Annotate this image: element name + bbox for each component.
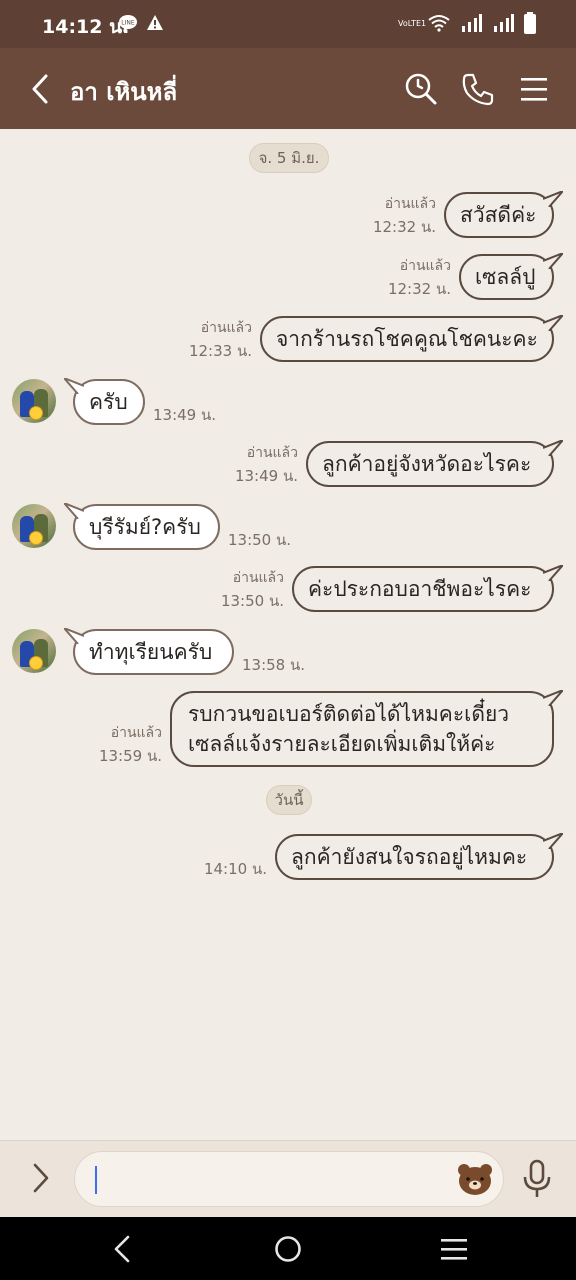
incoming-message[interactable]: บุรีรัมย์?ครับ	[73, 504, 220, 550]
date-separator-today: วันนี้	[266, 785, 312, 815]
nav-recents-icon[interactable]	[437, 1233, 471, 1265]
bubble-tail	[543, 565, 563, 581]
read-receipt: อ่านแล้ว	[232, 570, 284, 586]
battery-icon	[524, 12, 536, 34]
bubble-tail	[543, 440, 563, 456]
outgoing-message[interactable]: ลูกค้ายังสนใจรถอยู่ไหมคะ	[275, 834, 554, 880]
outgoing-message[interactable]: ลูกค้าอยู่จังหวัดอะไรคะ	[306, 441, 554, 487]
chat-header: อา เหินหลี่	[0, 48, 576, 129]
outgoing-message[interactable]: สวัสดีค่ะ	[444, 192, 554, 238]
outgoing-message[interactable]: เซลล์ปู	[459, 254, 554, 300]
line-notification-icon: LINE	[119, 15, 137, 32]
contact-avatar[interactable]	[12, 504, 56, 548]
contact-avatar[interactable]	[12, 629, 56, 673]
menu-icon[interactable]	[518, 72, 552, 106]
status-bar: 14:12 น. LINE VoLTE1	[0, 0, 576, 48]
message-time: 13:59 น.	[98, 747, 162, 765]
text-caret	[95, 1166, 97, 1194]
message-time: 13:58 น.	[242, 656, 306, 674]
message-time: 12:32 น.	[372, 218, 436, 236]
bubble-tail	[64, 503, 84, 519]
message-time: 13:49 น.	[153, 406, 217, 424]
status-time: 14:12 น.	[42, 16, 130, 38]
message-time: 12:33 น.	[188, 342, 252, 360]
message-time: 14:10 น.	[203, 860, 267, 878]
message-input[interactable]	[74, 1151, 504, 1207]
nav-home-icon[interactable]	[271, 1233, 305, 1265]
volte-label: VoLTE1	[398, 18, 427, 28]
signal-icon-1	[462, 14, 482, 32]
sticker-bear-icon[interactable]	[457, 1162, 493, 1196]
message-time: 13:50 น.	[228, 531, 292, 549]
bubble-tail	[543, 253, 563, 269]
svg-text:LINE: LINE	[121, 20, 135, 27]
bubble-tail	[543, 833, 563, 849]
bubble-tail	[64, 628, 84, 644]
bubble-tail	[543, 191, 563, 207]
incoming-message[interactable]: ทำทุเรียนครับ	[73, 629, 234, 675]
search-history-icon[interactable]	[404, 72, 438, 106]
bubble-tail	[64, 378, 84, 394]
outgoing-message[interactable]: รบกวนขอเบอร์ติดต่อได้ไหมคะเดี๋ยวเซลล์แจ้…	[170, 691, 554, 767]
microphone-icon[interactable]	[521, 1159, 553, 1199]
message-time: 13:49 น.	[234, 467, 298, 485]
read-receipt: อ่านแล้ว	[399, 258, 451, 274]
read-receipt: อ่านแล้ว	[110, 725, 162, 741]
wifi-icon	[428, 15, 450, 32]
back-arrow-icon[interactable]	[26, 72, 56, 106]
read-receipt: อ่านแล้ว	[200, 320, 252, 336]
read-receipt: อ่านแล้ว	[246, 445, 298, 461]
message-time: 13:50 น.	[220, 592, 284, 610]
signal-icon-2	[494, 14, 514, 32]
warning-icon	[147, 15, 163, 30]
chat-title: อา เหินหลี่	[70, 78, 178, 106]
message-composer	[0, 1140, 576, 1217]
phone-call-icon[interactable]	[461, 72, 495, 106]
chevron-right-icon[interactable]	[28, 1161, 54, 1195]
outgoing-message[interactable]: จากร้านรถโชคคูณโชคนะคะ	[260, 316, 554, 362]
read-receipt: อ่านแล้ว	[384, 196, 436, 212]
contact-avatar[interactable]	[12, 379, 56, 423]
bubble-tail	[543, 690, 563, 706]
message-time: 12:32 น.	[387, 280, 451, 298]
chat-area[interactable]: จ. 5 มิ.ย. อ่านแล้ว 12:32 น. สวัสดีค่ะ อ…	[0, 129, 576, 1140]
bubble-tail	[543, 315, 563, 331]
date-separator: จ. 5 มิ.ย.	[249, 143, 329, 173]
nav-back-icon[interactable]	[106, 1233, 140, 1265]
system-navigation-bar	[0, 1217, 576, 1280]
outgoing-message[interactable]: ค่ะประกอบอาชีพอะไรคะ	[292, 566, 554, 612]
